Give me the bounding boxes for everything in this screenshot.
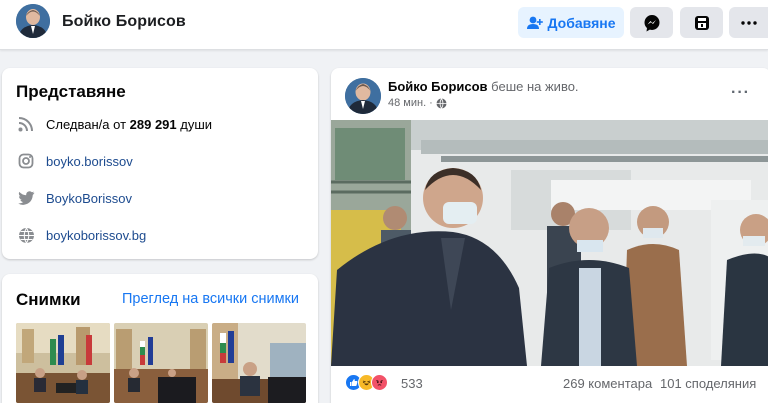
- instagram-row: boyko.borissov: [16, 151, 133, 171]
- followers-suffix: души: [176, 116, 213, 132]
- intro-card: Представяне Следван/а от 289 291 души bo…: [2, 68, 318, 259]
- photo-thumbnail[interactable]: [114, 323, 208, 403]
- photos-title: Снимки: [16, 290, 81, 309]
- post-timestamp-row: 48 мин. ·: [388, 97, 447, 109]
- profile-name[interactable]: Бойко Борисов: [62, 13, 186, 31]
- followers-count[interactable]: 289 291: [130, 117, 177, 132]
- profile-header-bar: Бойко Борисов Добавяне: [0, 0, 768, 50]
- post-author-avatar[interactable]: [345, 78, 381, 114]
- website-link[interactable]: boykoborissov.bg: [46, 228, 146, 243]
- add-friend-button[interactable]: Добавяне: [518, 7, 624, 38]
- photo-thumbnail[interactable]: [16, 323, 110, 403]
- post-header-text: Бойко Борисов беше на живо.: [388, 79, 579, 94]
- followers-row: Следван/а от 289 291 души: [16, 114, 212, 134]
- instagram-icon: [16, 151, 36, 171]
- live-video-frame[interactable]: [331, 120, 768, 366]
- post-author-name[interactable]: Бойко Борисов: [388, 79, 488, 94]
- messenger-button[interactable]: [630, 7, 673, 38]
- intro-title: Представяне: [16, 82, 126, 101]
- add-friend-label: Добавяне: [547, 14, 616, 31]
- more-options-button[interactable]: [729, 7, 768, 38]
- twitter-link[interactable]: BoykoBorissov: [46, 191, 132, 206]
- post-time[interactable]: 48 мин. ·: [388, 97, 433, 109]
- live-post-card: Бойко Борисов беше на живо. 48 мин. · ··…: [331, 68, 768, 403]
- profile-avatar[interactable]: [16, 4, 50, 38]
- website-row: boykoborissov.bg: [16, 225, 146, 245]
- rss-icon: [16, 114, 36, 134]
- globe-icon: [436, 97, 447, 109]
- more-icon: [740, 20, 757, 25]
- save-button[interactable]: [680, 7, 723, 38]
- see-all-photos-link[interactable]: Преглед на всички снимки: [122, 291, 299, 307]
- globe-icon: [16, 225, 36, 245]
- photos-card: Снимки Преглед на всички снимки: [2, 274, 318, 403]
- reactions-count[interactable]: 533: [401, 376, 423, 391]
- followers-prefix: Следван/а от: [46, 116, 130, 132]
- twitter-row: BoykoBorissov: [16, 188, 132, 208]
- post-stats-row: 533 269 коментара 101 споделяния: [331, 374, 768, 394]
- messenger-icon: [644, 14, 659, 31]
- reaction-icons[interactable]: [345, 374, 388, 391]
- post-action: беше на живо.: [487, 79, 579, 94]
- shares-count[interactable]: 101 споделяния: [660, 376, 756, 391]
- comments-count[interactable]: 269 коментара: [563, 376, 652, 391]
- photo-thumbnail[interactable]: [212, 323, 306, 403]
- add-person-icon: [526, 16, 543, 29]
- instagram-link[interactable]: boyko.borissov: [46, 154, 133, 169]
- twitter-icon: [16, 188, 36, 208]
- post-more-button[interactable]: ···: [731, 84, 750, 102]
- save-icon: [694, 15, 709, 30]
- angry-reaction-icon: [371, 374, 388, 391]
